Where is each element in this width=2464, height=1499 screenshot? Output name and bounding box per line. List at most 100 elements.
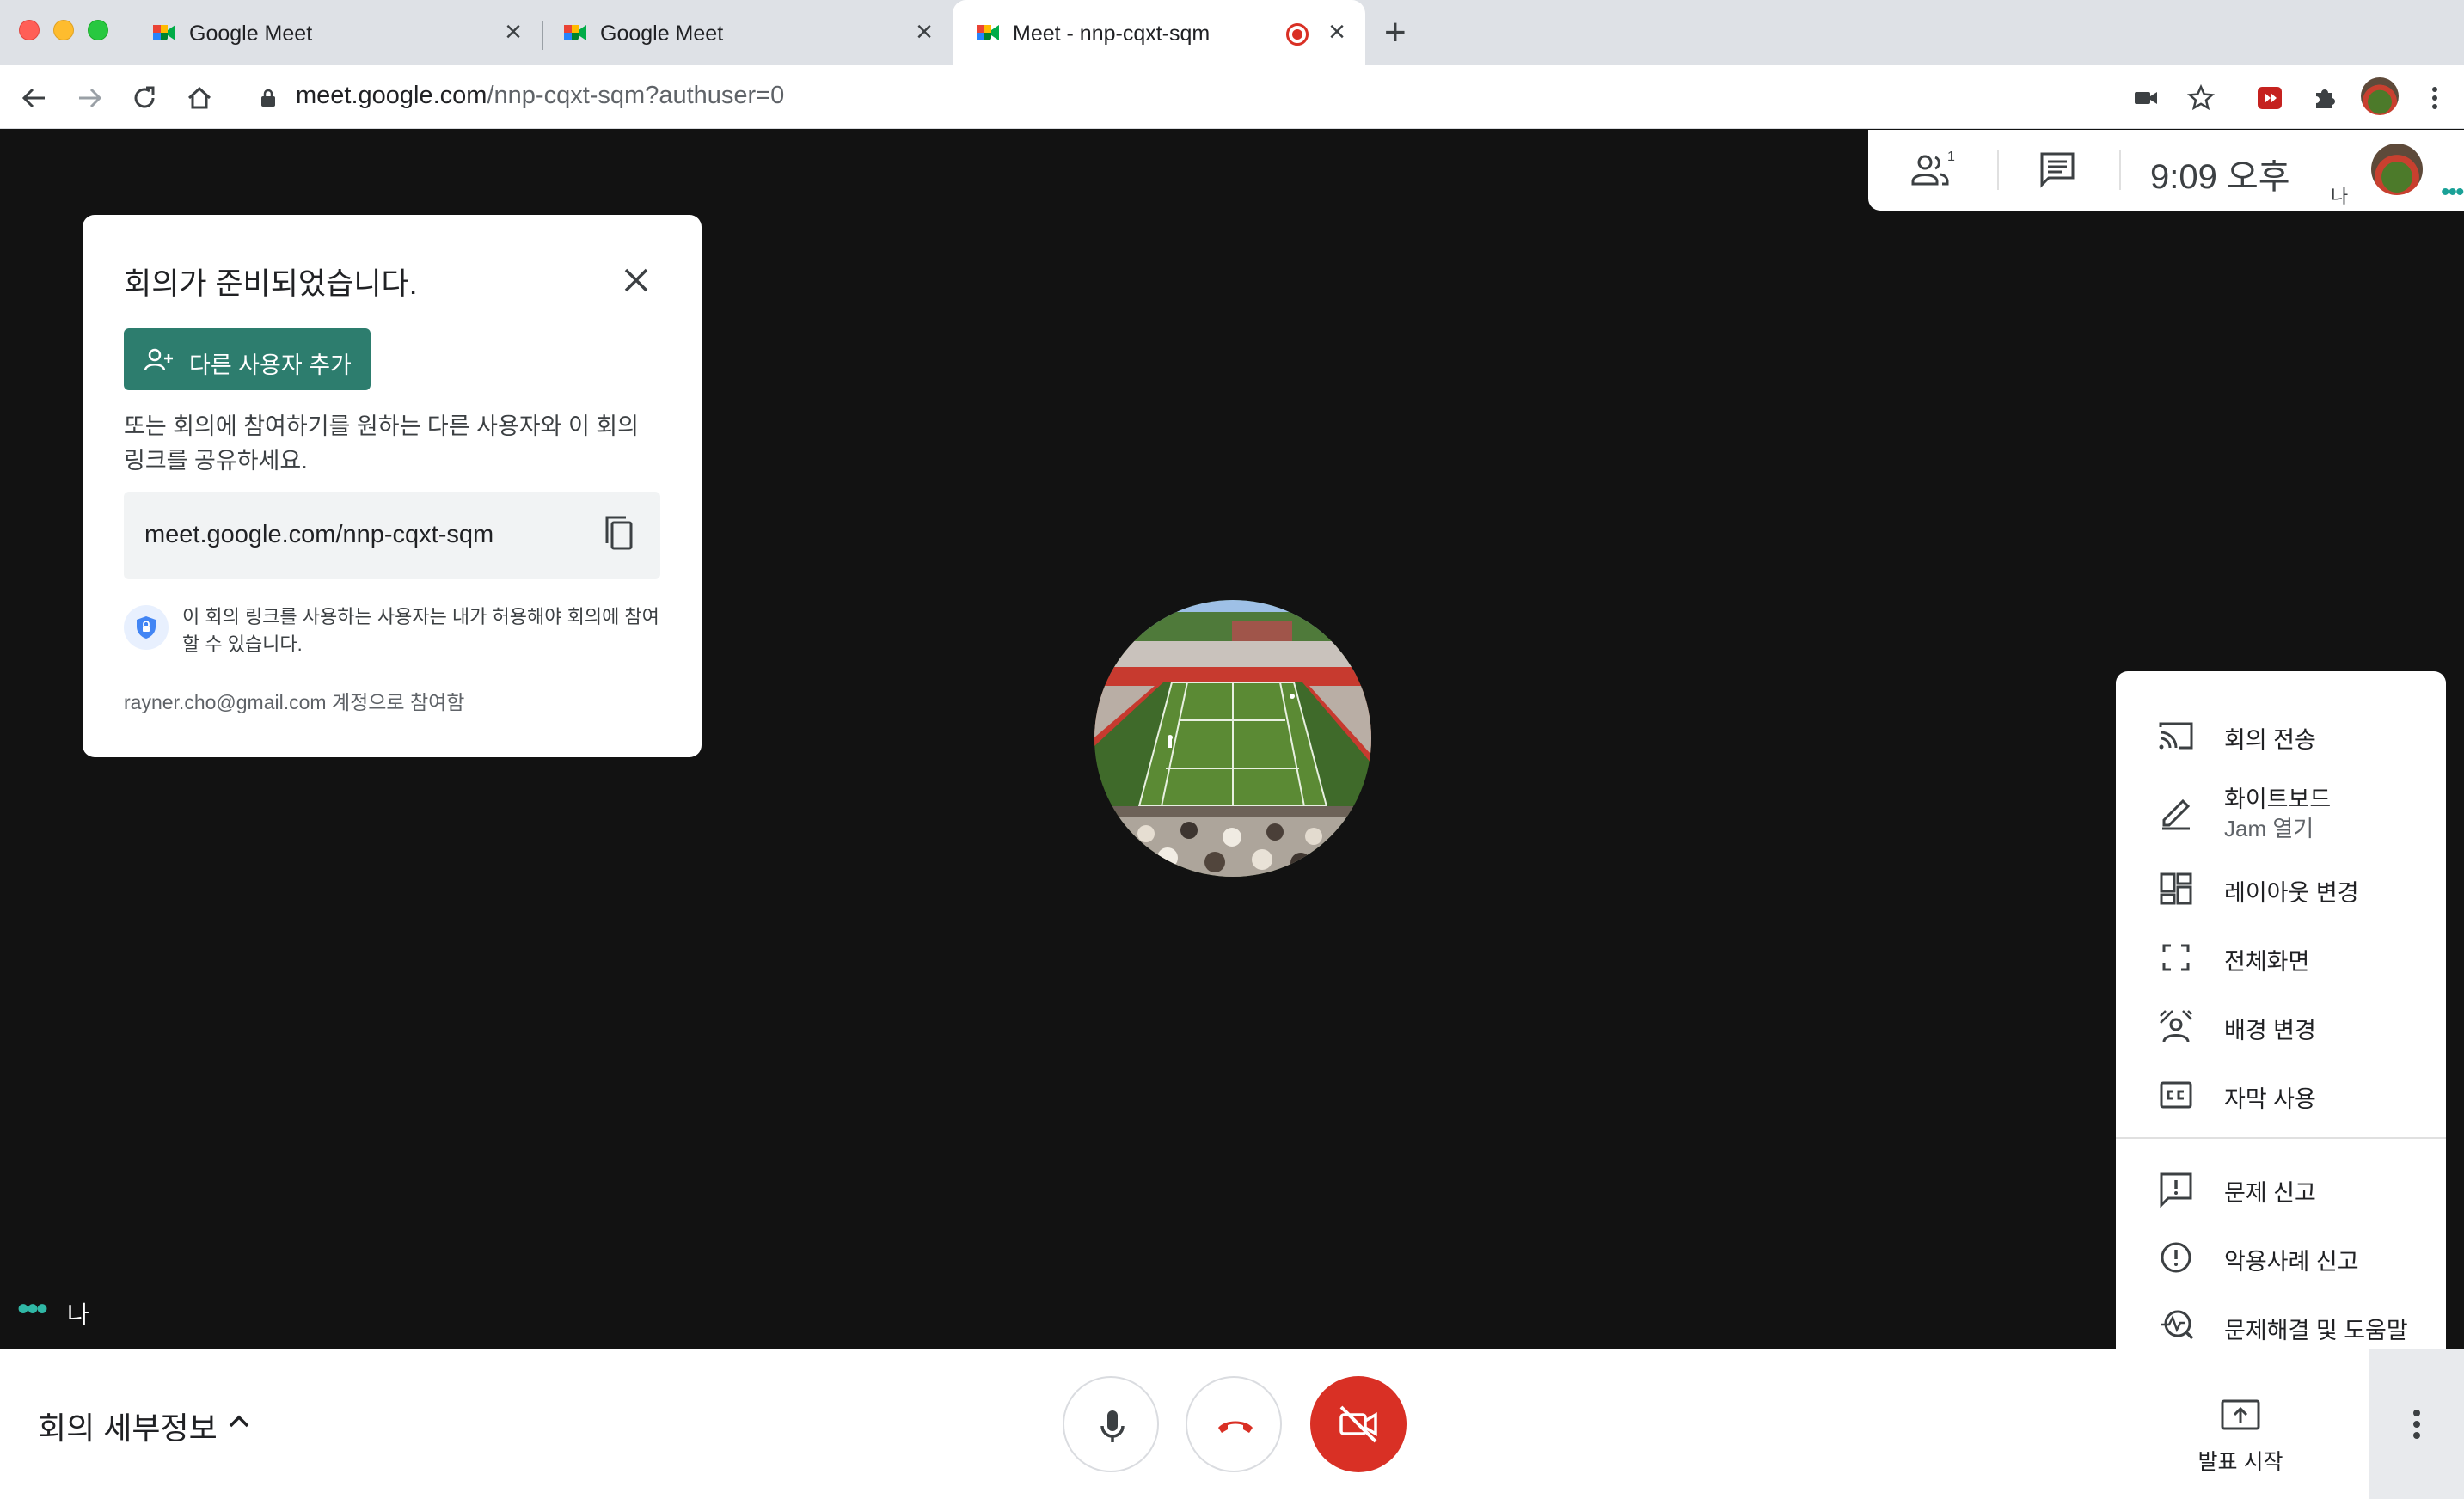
fullscreen-icon	[2162, 944, 2190, 971]
card-title: 회의가 준비되었습니다.	[124, 267, 418, 301]
menu-item-fullscreen[interactable]: 전체화면	[2116, 926, 2446, 986]
tab-title: Google Meet	[189, 21, 313, 46]
forward-arrow-icon[interactable]	[72, 81, 107, 115]
lock-icon[interactable]	[260, 88, 277, 108]
more-vert-icon	[2413, 1410, 2420, 1416]
divider	[1997, 150, 1999, 190]
add-people-button[interactable]: 다른 사용자 추가	[124, 328, 371, 390]
extensions-puzzle-icon[interactable]	[2308, 81, 2342, 115]
menu-item-report-abuse[interactable]: 악용사례 신고	[2116, 1226, 2446, 1286]
tab-title: Google Meet	[600, 21, 724, 46]
participants-icon[interactable]: 1	[1909, 149, 1958, 190]
menu-item-label: 회의 전송	[2224, 727, 2316, 753]
more-options-menu: 회의 전송 화이트보드 Jam 열기 레이아웃 변경 전체화면 배경 변경 자막…	[2116, 671, 2446, 1452]
recording-icon	[1286, 23, 1309, 46]
url-host: meet.google.com	[296, 82, 487, 109]
meeting-ready-card: 회의가 준비되었습니다. 다른 사용자 추가 또는 회의에 참여하기를 원하는 …	[83, 215, 702, 757]
pen-icon	[2162, 798, 2191, 830]
menu-item-label: 문제해결 및 도움말	[2224, 1318, 2408, 1343]
browser-toolbar: meet.google.com/nnp-cqxt-sqm?authuser=0	[0, 65, 2464, 129]
menu-item-cast-meeting[interactable]: 회의 전송	[2116, 704, 2446, 764]
chevron-up-icon[interactable]	[225, 1407, 253, 1435]
speaking-dots-icon: •••	[2441, 178, 2464, 206]
google-meet-favicon-icon	[564, 25, 586, 40]
reload-icon[interactable]	[127, 81, 162, 115]
browser-tab-3-active[interactable]: Meet - nnp-cqxt-sqm ×	[953, 0, 1365, 65]
participant-avatar-image	[1094, 600, 1371, 877]
copy-icon[interactable]	[600, 514, 638, 555]
feedback-icon	[2160, 1172, 2192, 1208]
browser-tab-strip: Google Meet × Google Meet × Meet - nnp-c…	[0, 0, 2464, 65]
window-zoom-button[interactable]	[88, 20, 108, 40]
browser-tab-1[interactable]: Google Meet ×	[129, 0, 540, 65]
window-close-button[interactable]	[19, 20, 40, 40]
report-icon	[2161, 1242, 2191, 1273]
extension-record-icon[interactable]	[2253, 81, 2287, 115]
window-minimize-button[interactable]	[53, 20, 74, 40]
microphone-icon	[1100, 1410, 1125, 1442]
menu-item-label: 화이트보드	[2224, 786, 2332, 812]
more-vert-icon	[2413, 1421, 2420, 1428]
tab-close-button[interactable]: ×	[500, 17, 526, 46]
menu-item-label: 배경 변경	[2224, 1018, 2316, 1043]
bookmark-star-icon[interactable]	[2184, 81, 2218, 115]
camera-toggle-button[interactable]	[1310, 1376, 1407, 1472]
profile-avatar[interactable]	[2361, 77, 2399, 115]
new-tab-button[interactable]: +	[1384, 14, 1407, 52]
menu-item-whiteboard[interactable]: 화이트보드 Jam 열기	[2116, 772, 2446, 849]
menu-item-label: 레이아웃 변경	[2224, 880, 2359, 906]
tab-title: Meet - nnp-cqxt-sqm	[1013, 21, 1211, 46]
meeting-stage: 1 9:09 오후 나 ••• 회의가 준비되었습니다. 다른 사용자 추가 또…	[0, 130, 2464, 1452]
share-description: 또는 회의에 참여하기를 원하는 다른 사용자와 이 회의 링크를 공유하세요.	[124, 413, 639, 474]
self-label: 나	[2331, 186, 2349, 207]
home-icon[interactable]	[182, 81, 217, 115]
menu-divider	[2116, 1137, 2446, 1139]
microphone-button[interactable]	[1063, 1376, 1159, 1472]
captions-icon	[2160, 1081, 2192, 1109]
camera-in-use-icon[interactable]	[2129, 81, 2163, 115]
menu-item-report-problem[interactable]: 문제 신고	[2116, 1157, 2446, 1217]
hang-up-icon	[1218, 1421, 1253, 1433]
add-people-label: 다른 사용자 추가	[189, 352, 352, 378]
menu-item-label: 자막 사용	[2224, 1086, 2316, 1112]
menu-item-captions[interactable]: 자막 사용	[2116, 1063, 2446, 1123]
shield-icon	[124, 605, 169, 650]
participants-count: 1	[1947, 150, 1955, 164]
close-icon[interactable]	[621, 265, 652, 296]
background-icon	[2160, 1010, 2192, 1043]
menu-item-label: 문제 신고	[2224, 1180, 2316, 1206]
chat-icon[interactable]	[2037, 149, 2078, 190]
more-options-button[interactable]	[2369, 1349, 2464, 1499]
meeting-link[interactable]: meet.google.com/nnp-cqxt-sqm	[144, 521, 493, 549]
meeting-clock: 9:09 오후	[2150, 158, 2290, 196]
security-note: 이 회의 링크를 사용하는 사용자는 내가 허용해야 회의에 참여할 수 있습니…	[182, 606, 659, 655]
meeting-topbar: 1 9:09 오후 나 •••	[1868, 130, 2464, 211]
self-tile-label: 나	[67, 1301, 89, 1328]
camera-off-icon	[1339, 1405, 1377, 1443]
more-vert-icon	[2413, 1432, 2420, 1439]
back-arrow-icon[interactable]	[17, 81, 52, 115]
menu-item-change-layout[interactable]: 레이아웃 변경	[2116, 857, 2446, 917]
browser-tab-2[interactable]: Google Meet ×	[540, 0, 951, 65]
browser-menu-icon[interactable]	[2418, 81, 2452, 115]
menu-item-sublabel: Jam 열기	[2224, 816, 2314, 841]
google-meet-favicon-icon	[977, 25, 999, 40]
tab-close-button[interactable]: ×	[1324, 17, 1350, 46]
layout-icon	[2160, 872, 2192, 905]
url-path: /nnp-cqxt-sqm?authuser=0	[487, 82, 785, 109]
meeting-controls-bar: 회의 세부정보 발표 시작	[0, 1349, 2464, 1499]
present-label: 발표 시작	[2197, 1450, 2283, 1474]
tab-close-button[interactable]: ×	[911, 17, 937, 46]
cast-icon	[2159, 722, 2193, 750]
leave-call-button[interactable]	[1186, 1376, 1282, 1472]
account-note: rayner.cho@gmail.com 계정으로 참여함	[124, 691, 465, 713]
menu-item-troubleshoot-help[interactable]: 문제해결 및 도움말	[2116, 1294, 2446, 1355]
menu-item-label: 전체화면	[2224, 949, 2310, 975]
menu-item-change-background[interactable]: 배경 변경	[2116, 994, 2446, 1055]
self-avatar[interactable]	[2371, 144, 2423, 195]
speaking-dots-icon: •••	[17, 1290, 48, 1328]
menu-item-label: 악용사례 신고	[2224, 1249, 2359, 1275]
meeting-details-button[interactable]: 회의 세부정보	[38, 1404, 218, 1448]
google-meet-favicon-icon	[153, 25, 175, 40]
address-bar-url[interactable]: meet.google.com/nnp-cqxt-sqm?authuser=0	[296, 82, 784, 110]
